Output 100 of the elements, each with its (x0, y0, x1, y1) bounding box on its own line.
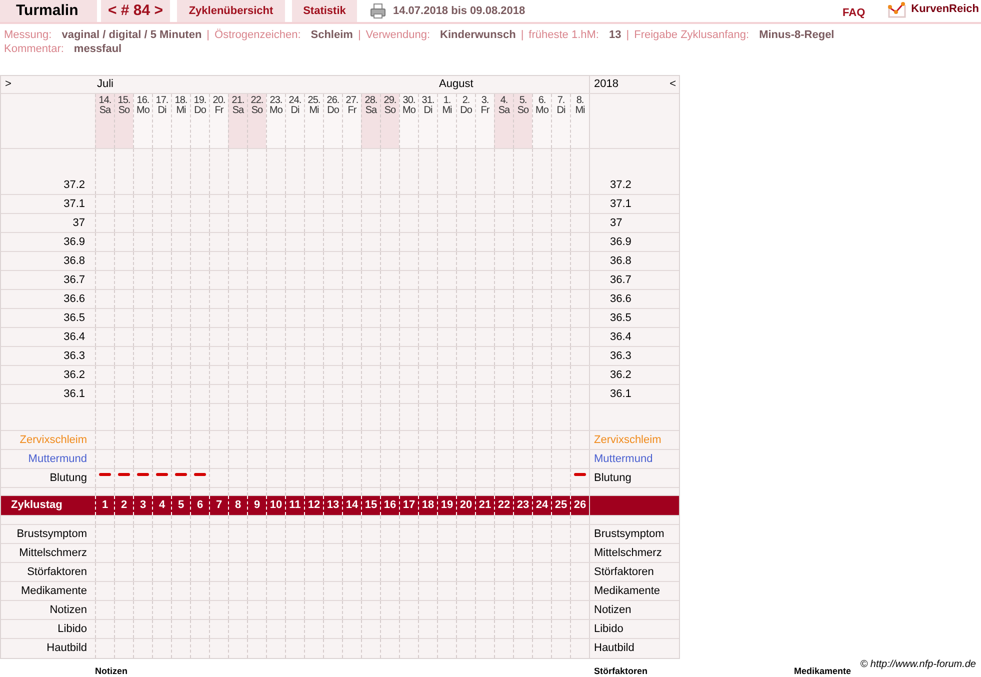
temperature-label: 36.9 (64, 234, 86, 250)
cycle-day-number: 8 (234, 498, 242, 514)
row-label: Libido (58, 622, 87, 637)
cycle-day-number: 5 (178, 498, 184, 514)
date-range: 14.07.2018 bis 09.08.2018 (393, 4, 526, 19)
day-header: 27. Fr (342, 94, 361, 148)
page-title: Turmalin (0, 0, 97, 22)
row-label: Zervixschleim (20, 432, 87, 448)
cycle-day-number: 17 (402, 498, 416, 514)
info-label: Messung: (4, 28, 52, 42)
temperature-label: 37.1 (64, 196, 86, 212)
temperature-label: 36.6 (609, 292, 632, 307)
temperature-label: 37.2 (609, 178, 632, 193)
temperature-label: 36.8 (609, 254, 632, 269)
temperature-label: 36.1 (64, 386, 86, 402)
nav-tab[interactable]: Statistik (292, 0, 357, 22)
row-label: Störfaktoren (594, 564, 654, 580)
row-label: Blutung (50, 470, 87, 486)
cycle-day-number: 12 (308, 498, 320, 514)
cycle-day-number: 7 (216, 498, 222, 514)
temperature-label: 37.1 (609, 196, 632, 212)
info-label: Östrogenzeichen: (214, 28, 301, 42)
cycle-day-number: 11 (289, 498, 301, 514)
cycle-day-number: 18 (422, 498, 434, 514)
day-header: 2. Do (456, 94, 475, 148)
row-label: Hautbild (594, 641, 634, 656)
cycle-day-number: 24 (536, 498, 548, 514)
temperature-label: 36.8 (64, 254, 86, 269)
separator: | (206, 28, 210, 42)
temperature-label: 36.4 (609, 330, 632, 345)
section-heading: Störfaktoren (594, 667, 648, 676)
cycle-day-number: 14 (346, 498, 358, 514)
separator: | (626, 28, 630, 42)
cycle-day-number: 16 (384, 498, 396, 514)
info-value: messfaul (74, 42, 122, 56)
day-header: 14. Sa (95, 94, 114, 148)
cycle-day-number: 25 (554, 498, 568, 514)
cycle-day-number: 26 (574, 498, 586, 514)
info-value: 13 (609, 28, 622, 42)
month-label: Juli (97, 77, 114, 92)
row-label: Störfaktoren (27, 564, 87, 580)
temperature-label: 36.7 (609, 272, 632, 288)
cycle-day-label: Zyklustag (11, 498, 62, 514)
cycle-day-number: 2 (120, 498, 128, 514)
next-arrow[interactable]: > (5, 76, 12, 93)
cycle-day-number: 21 (478, 498, 492, 514)
cycle-day-number: 1 (102, 498, 108, 514)
row-label: Medikamente (20, 584, 87, 599)
cycle-day-number: 4 (158, 498, 166, 514)
day-header: 6. Mo (532, 94, 551, 148)
cycle-day-number: 19 (440, 498, 454, 514)
temperature-label: 37 (72, 216, 86, 231)
row-label: Hautbild (46, 641, 87, 656)
day-header: 31. Di (418, 94, 437, 148)
cycle-day-number: 23 (516, 498, 530, 514)
temperature-label: 36.6 (64, 292, 86, 307)
copyright-text: © http://www.nfp-forum.de (860, 660, 976, 670)
day-header: 25. Mi (304, 94, 323, 148)
cycle-navigation[interactable]: < # 84 > (101, 0, 170, 22)
cycle-day-number: 3 (140, 498, 146, 514)
row-label: Brustsymptom (594, 526, 664, 542)
cycle-day-number: 9 (254, 498, 260, 514)
logo-text: KurvenReich (911, 2, 980, 17)
temperature-label: 36.7 (64, 272, 86, 288)
day-header: 16. Mo (133, 94, 152, 148)
day-header: 19. Do (190, 94, 209, 148)
temperature-label: 36.2 (609, 368, 632, 383)
day-header: 15. So (114, 94, 133, 148)
info-value: Kinderwunsch (440, 28, 516, 42)
temperature-label: 36.9 (609, 234, 632, 250)
row-label: Mittelschmerz (19, 546, 87, 561)
day-header: 17. Di (152, 94, 171, 148)
day-header: 28. Sa (361, 94, 380, 148)
row-label: Blutung (594, 470, 632, 486)
printer-icon[interactable] (370, 3, 386, 19)
row-label: Zervixschleim (594, 432, 662, 448)
day-header: 30. Mo (399, 94, 418, 148)
section-heading: Notizen (95, 667, 128, 676)
nav-tab[interactable]: Zyklenübersicht (177, 0, 285, 22)
row-label: Medikamente (594, 584, 660, 599)
month-label: August (439, 77, 474, 92)
cycle-day-number: 6 (196, 498, 204, 514)
faq-link[interactable]: FAQ (842, 0, 866, 22)
temperature-label: 37 (609, 216, 622, 231)
day-header: 21. Sa (228, 94, 247, 148)
day-header: 4. Sa (494, 94, 513, 148)
temperature-label: 36.5 (609, 310, 632, 326)
day-header: 22. So (247, 94, 266, 148)
info-label: Verwendung: (366, 28, 430, 42)
row-label: Mittelschmerz (594, 546, 662, 561)
info-value: Schleim (310, 28, 353, 42)
cycle-day-number: 10 (270, 498, 282, 514)
info-value: Minus-8-Regel (759, 28, 834, 42)
info-label: Freigabe Zyklusanfang: (634, 28, 750, 42)
cycle-day-number: 13 (326, 498, 340, 514)
row-label: Brustsymptom (16, 526, 87, 542)
temperature-label: 36.5 (64, 310, 86, 326)
section-heading: Medikamente (794, 667, 852, 676)
previous-arrow[interactable]: < (670, 76, 676, 93)
info-label: Kommentar: (4, 42, 64, 56)
